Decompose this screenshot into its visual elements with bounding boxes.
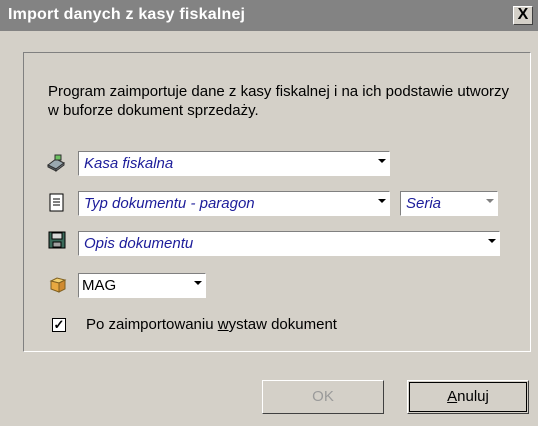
register-value: Kasa fiskalna xyxy=(84,155,174,172)
checkmark-icon: ✓ xyxy=(53,317,65,332)
document-type-select[interactable]: Typ dokumentu - paragon xyxy=(78,191,390,216)
issue-document-checkbox[interactable]: ✓ xyxy=(52,318,66,332)
ok-button[interactable]: OK xyxy=(262,380,384,414)
chevron-down-icon xyxy=(378,159,386,163)
warehouse-box-icon xyxy=(48,274,68,294)
warehouse-select[interactable]: MAG xyxy=(78,273,206,298)
close-button[interactable]: X xyxy=(513,6,533,25)
description-text: Program zaimportuje dane z kasy fiskalne… xyxy=(48,83,510,119)
chevron-down-icon xyxy=(486,199,494,203)
cancel-button[interactable]: Anuluj xyxy=(407,380,529,414)
chevron-down-icon xyxy=(378,199,386,203)
title-bar[interactable]: Import danych z kasy fiskalnej X xyxy=(0,0,538,31)
warehouse-value: MAG xyxy=(82,277,117,294)
chevron-down-icon xyxy=(488,239,496,243)
register-select[interactable]: Kasa fiskalna xyxy=(78,151,390,176)
document-description-select[interactable]: Opis dokumentu xyxy=(78,231,500,256)
issue-document-label[interactable]: Po zaimportowaniu wystaw dokument xyxy=(86,316,337,333)
document-icon xyxy=(48,193,68,213)
window-title: Import danych z kasy fiskalnej xyxy=(8,6,246,23)
floppy-disk-icon xyxy=(48,231,68,251)
chevron-down-icon xyxy=(194,281,202,285)
series-value: Seria xyxy=(406,195,442,212)
cash-register-icon xyxy=(46,153,66,173)
series-select[interactable]: Seria xyxy=(400,191,498,216)
document-description-value: Opis dokumentu xyxy=(84,235,194,252)
document-type-value: Typ dokumentu - paragon xyxy=(84,195,255,212)
import-dialog: Import danych z kasy fiskalnej X Program… xyxy=(0,0,538,426)
